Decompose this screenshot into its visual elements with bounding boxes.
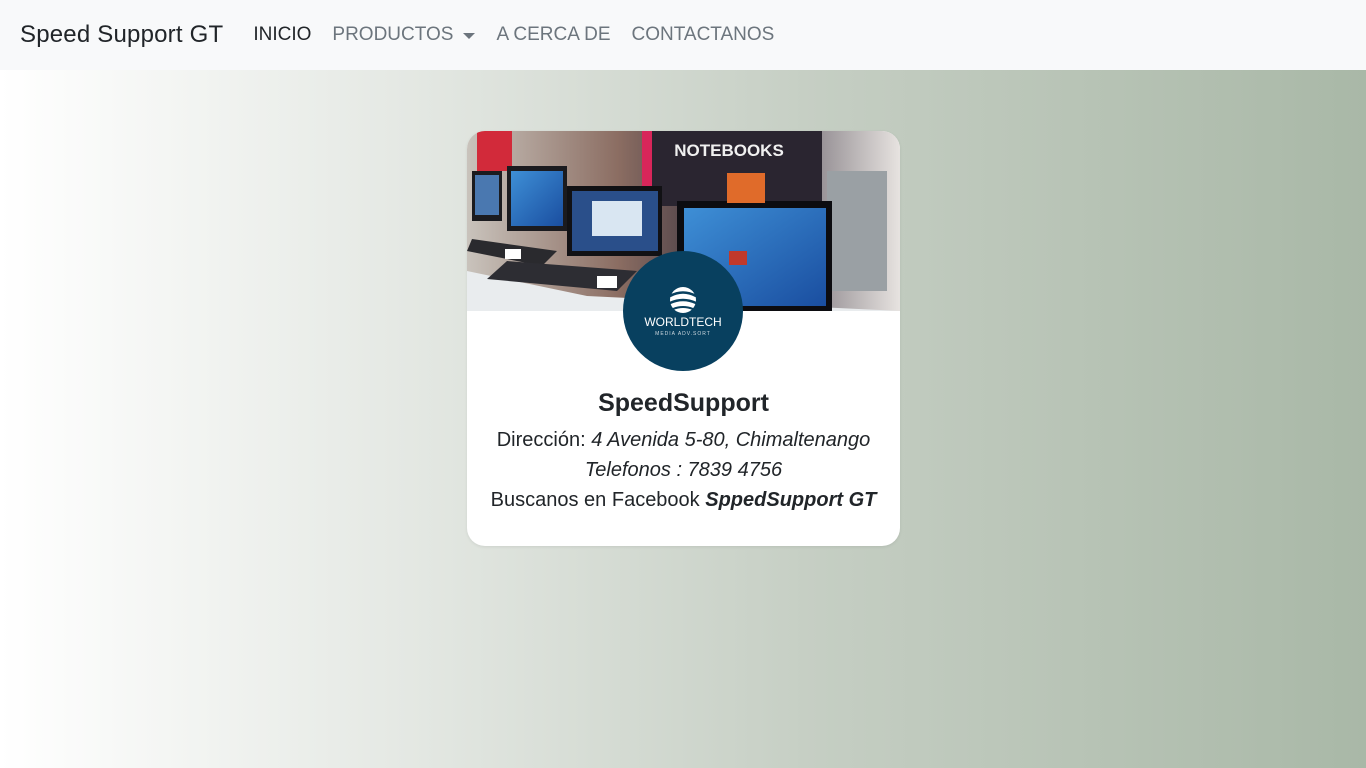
navbar: Speed Support GT INICIO PRODUCTOS A CERC… xyxy=(0,0,1366,70)
address-line: Dirección: 4 Avenida 5-80, Chimaltenango xyxy=(467,429,900,452)
logo-title: WORLDTECH xyxy=(644,315,721,329)
facebook-name: SppedSupport GT xyxy=(705,489,877,511)
nav-productos-label: PRODUCTOS xyxy=(332,24,454,45)
nav-contactanos[interactable]: CONTACTANOS xyxy=(632,24,775,46)
facebook-label: Buscanos en Facebook xyxy=(490,489,700,511)
phone-line: Telefonos : 7839 4756 xyxy=(467,459,900,482)
nav-acerca-de[interactable]: A CERCA DE xyxy=(496,24,610,46)
brand-link[interactable]: Speed Support GT xyxy=(20,21,223,49)
worldtech-logo: WORLDTECH MEDIA ADV.SORT xyxy=(623,251,743,371)
chevron-down-icon xyxy=(463,33,476,39)
phone-text: Telefonos : 7839 4756 xyxy=(584,459,783,481)
facebook-line: Buscanos en Facebook SppedSupport GT xyxy=(467,489,900,512)
store-card: NOTEBOOKS WORLDTECH MEDIA ADV.SORT Speed… xyxy=(467,131,900,546)
logo-subtitle: MEDIA ADV.SORT xyxy=(655,331,711,337)
logo-emblem-icon: WORLDTECH MEDIA ADV.SORT xyxy=(644,287,722,337)
nav-inicio[interactable]: INICIO xyxy=(253,24,311,46)
nav-productos-dropdown[interactable]: PRODUCTOS xyxy=(332,24,476,46)
cover-sign-text: NOTEBOOKS xyxy=(674,141,784,160)
card-title: SpeedSupport xyxy=(598,389,769,417)
address-label: Dirección: xyxy=(496,429,586,451)
address-value: 4 Avenida 5-80, Chimaltenango xyxy=(591,429,871,451)
